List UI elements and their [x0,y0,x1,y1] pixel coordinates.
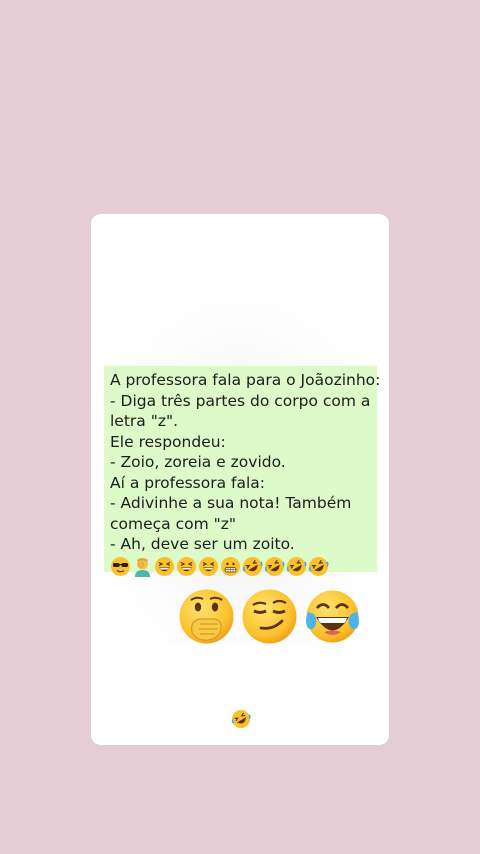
message-line: Ele respondeu: [110,432,226,451]
message-line: - Adivinhe a sua nota! Também [110,494,352,512]
rolling-on-floor-laughing-icon [264,556,285,577]
face-with-tears-of-joy-icon [304,588,361,645]
emoji-row [110,556,371,577]
message-line: letra "z". [110,412,179,430]
person-facepalming-icon [132,556,153,577]
message-line: - Ah, deve ser um zoito. [110,535,295,553]
message-line: - Diga três partes do corpo com a [110,391,371,410]
grimacing-face-icon [220,556,241,577]
grinning-squinting-face-icon [154,556,175,577]
joke-message: A professora fala para o Joãozinho: - Di… [104,366,381,577]
message-line: começa com "z" [110,514,237,533]
message-line: - Zoio, zoreia e zovido. [110,453,286,471]
rolling-on-floor-laughing-icon [242,556,263,577]
rolling-on-floor-laughing-icon [231,709,251,729]
face-with-hand-over-mouth-icon [178,588,235,645]
sunglasses-face-icon [110,556,131,577]
grinning-squinting-face-icon [176,556,197,577]
rolling-on-floor-laughing-icon [308,556,329,577]
reaction-emojis [178,588,361,645]
grinning-squinting-face-icon [198,556,219,577]
message-line: Aí a professora fala: [110,473,266,492]
message-line: A professora fala para o Joãozinho: [110,371,381,389]
rolling-on-floor-laughing-icon [286,556,307,577]
smirking-face-icon [241,588,298,645]
